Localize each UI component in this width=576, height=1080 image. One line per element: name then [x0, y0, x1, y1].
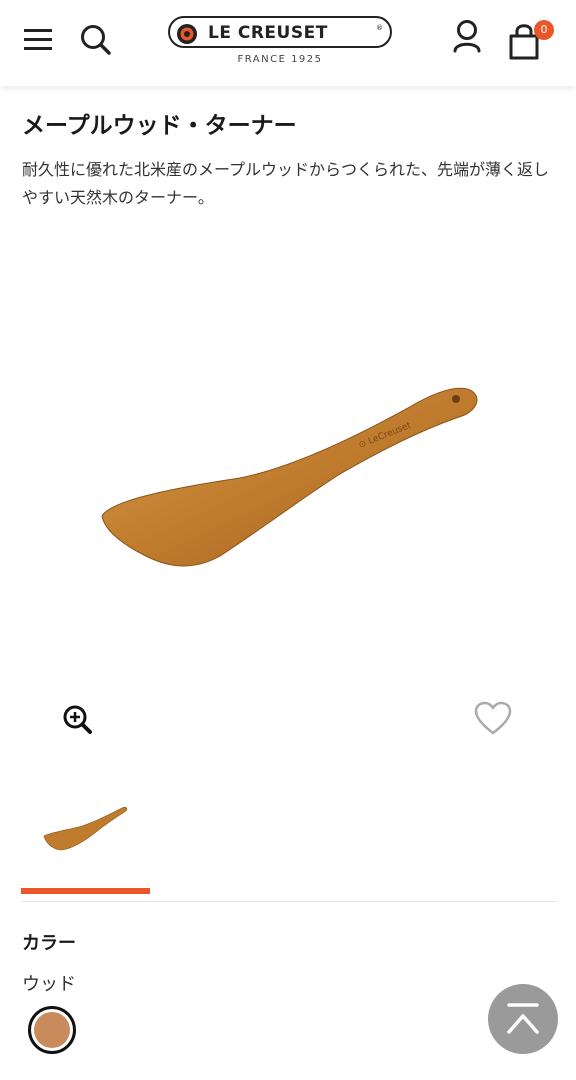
- logo-tagline: FRANCE 1925: [237, 54, 323, 65]
- product-image: ⊙ LeCreuset: [101, 387, 478, 567]
- favorite-button[interactable]: [473, 700, 513, 736]
- product-title: メープルウッド・ターナー: [22, 113, 297, 139]
- thumbnail-image[interactable]: [22, 786, 148, 872]
- zoom-in-icon: [63, 705, 92, 734]
- registered-mark: ®: [376, 24, 383, 32]
- search-icon: [81, 25, 111, 55]
- menu-button[interactable]: [22, 24, 56, 54]
- selected-color-label: ウッド: [22, 974, 76, 995]
- logo-wordmark: LE CREUSET: [208, 23, 328, 43]
- product-description: 耐久性に優れた北米産のメープルウッドからつくられた、先端が薄く返しやすい天然木の…: [22, 160, 550, 207]
- cart-button[interactable]: 0: [504, 20, 554, 62]
- active-thumbnail-indicator: [21, 888, 150, 894]
- search-button[interactable]: [78, 22, 114, 58]
- scroll-to-top-icon: [507, 1003, 539, 1034]
- hamburger-menu-icon: [24, 29, 52, 50]
- color-swatch-fill: [34, 1012, 70, 1048]
- color-heading: カラー: [22, 933, 76, 954]
- logo-pill: LE CREUSET ®: [168, 16, 392, 48]
- user-icon: [453, 20, 481, 53]
- logo-mark-icon: [177, 24, 197, 44]
- zoom-button[interactable]: [62, 704, 94, 736]
- site-header: LE CREUSET ® FRANCE 1925 0: [0, 0, 576, 86]
- cart-count-badge: 0: [534, 20, 554, 40]
- section-divider: [21, 901, 557, 902]
- brand-logo[interactable]: LE CREUSET ® FRANCE 1925: [168, 14, 394, 70]
- heart-icon: [474, 701, 512, 735]
- scroll-to-top-button[interactable]: [488, 984, 558, 1054]
- color-swatch-wood[interactable]: [28, 1006, 76, 1054]
- account-button[interactable]: [448, 18, 486, 58]
